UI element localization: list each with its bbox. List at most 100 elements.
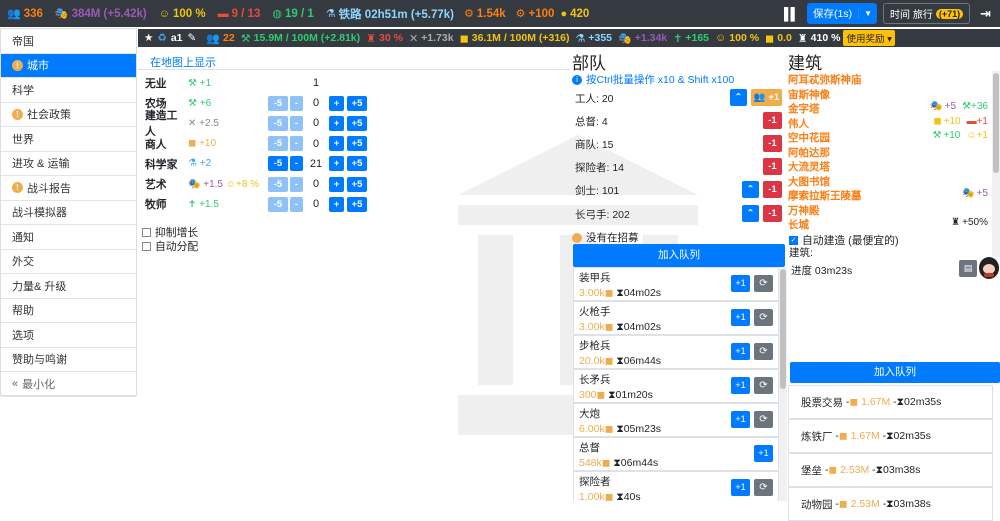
building-name[interactable]: 长城 [788,217,809,232]
plus-1-button[interactable]: +1 [731,343,750,360]
building-name[interactable]: 宙斯神像 [788,87,830,102]
refresh-icon[interactable]: ⟳ [754,377,773,394]
minus-5-button[interactable]: -5 [268,196,288,212]
plus-1-button[interactable]: +1 [731,275,750,292]
building-name[interactable]: 大图书馆 [788,174,830,189]
sidebar-item[interactable]: 帝国 [1,29,136,54]
minus-1-button[interactable]: - [290,115,303,131]
sidebar-item[interactable]: 进攻 & 运输 [1,152,136,176]
refresh-icon[interactable]: ⟳ [754,479,773,496]
minus-5-button[interactable]: -5 [268,95,288,111]
use-reward-button[interactable]: 使用奖励 ▾ [843,30,895,46]
minus-5-button[interactable]: -5 [268,115,288,131]
sidebar-item[interactable]: 力量& 升级 [1,274,136,299]
hourglass-icon: ⧗ [616,491,624,501]
plus-5-button[interactable]: +5 [347,95,367,111]
minus-5-button[interactable]: -5 [268,156,288,172]
plus-5-button[interactable]: +5 [347,176,367,192]
worker-plus-button[interactable]: 👥 +1 [751,89,782,106]
refresh-icon[interactable]: ⟳ [754,411,773,428]
plus-1-button[interactable]: +1 [731,411,750,428]
time-travel-button[interactable]: 时间 旅行 (+71) [883,3,971,24]
unit-name: 火枪手 [579,306,611,318]
building-name[interactable]: 空中花园 [788,130,830,145]
edit-icon[interactable]: ✎ [188,32,197,44]
building-queue-item[interactable]: 炼铁厂 - ◼ 1.67M - ⧗ 02m35s [788,419,993,453]
building-name[interactable]: 阿帕达那 [788,145,830,160]
checkbox-checked[interactable]: ✓ [789,235,798,245]
research-stat[interactable]: ⚗ 铁路 02h51m (+5.77k) [326,6,454,22]
building-name[interactable]: 摩索拉斯王陵墓 [788,188,862,203]
plus-5-button[interactable]: +5 [347,196,367,212]
plus-1-button[interactable]: +1 [731,479,750,496]
building-name[interactable]: 金字塔 [788,101,820,116]
minus-1-button[interactable]: - [290,176,303,192]
star-icon[interactable]: ★ [144,32,153,44]
minus-1-button[interactable]: -1 [763,112,782,129]
checkbox[interactable] [142,227,151,237]
sidebar-item[interactable]: «最小化 [1,372,136,397]
sidebar-item[interactable]: 通知 [1,225,136,250]
refresh-icon[interactable]: ⟳ [754,275,773,292]
minus-1-button[interactable]: - [290,156,303,172]
plus-1-button[interactable]: + [329,136,344,152]
army-add-queue-button[interactable]: 加入队列 [573,244,785,267]
building-queue-item[interactable]: 堡垒 - ◼ 2.53M - ⧗ 03m38s [788,453,993,487]
lightbulb-icon: ● [560,7,568,20]
sidebar-item[interactable]: 赞助与鸣谢 [1,348,136,372]
minus-1-button[interactable]: -1 [763,205,782,222]
plus-5-button[interactable]: +5 [347,156,367,172]
minus-1-button[interactable]: - [290,136,303,152]
auto-assign-checkbox[interactable]: 自动分配 [142,238,198,254]
building-queue-item[interactable]: 动物园 - ◼ 2.53M - ⧗ 03m38s [788,487,993,521]
logout-icon[interactable]: ⇥ [980,6,991,22]
minus-5-button[interactable]: -5 [268,176,288,192]
chevron-up-button[interactable]: ⌃ [742,205,759,222]
plus-1-button[interactable]: + [329,176,344,192]
plus-1-button[interactable]: +1 [731,309,750,326]
minus-1-button[interactable]: -1 [763,135,782,152]
theater-mask-icon: 🎭 [618,32,632,45]
sidebar-item[interactable]: 帮助 [1,299,136,323]
plus-1-button[interactable]: + [329,196,344,212]
chevron-down-icon[interactable]: ▼ [858,9,877,18]
minus-1-button[interactable]: - [290,95,303,111]
coins-button[interactable]: ▤ [959,260,977,277]
recruit-scrollbar[interactable] [779,267,787,501]
chevron-up-button[interactable]: ⌃ [742,181,759,198]
plus-1-button[interactable]: + [329,156,344,172]
sidebar-item[interactable]: ! 城市 [1,53,136,78]
plus-1-button[interactable]: +1 [731,377,750,394]
minus-5-button[interactable]: -5 [268,136,288,152]
plus-1-button[interactable]: + [329,95,344,111]
recycle-icon[interactable]: ♻ [157,32,166,44]
save-button[interactable]: 保存(1s) ▼ [807,3,878,24]
show-on-map-link[interactable]: 在地图上显示 [150,54,216,70]
sidebar-item[interactable]: ! 社会政策 [1,103,136,127]
plus-1-button[interactable]: +1 [754,445,773,462]
sidebar-item[interactable]: 战斗模拟器 [1,201,136,225]
sidebar-item[interactable]: 世界 [1,127,136,152]
building-queue-item[interactable]: 股票交易 - ◼ 1.67M - ⧗ 02m35s [788,385,993,419]
checkbox[interactable] [142,241,151,251]
building-name[interactable]: 大流灵塔 [788,159,830,174]
chevron-up-button[interactable]: ⌃ [730,89,747,106]
building-name[interactable]: 万神殿 [788,203,820,218]
plus-1-button[interactable]: + [329,115,344,131]
refresh-icon[interactable]: ⟳ [754,309,773,326]
sidebar-item[interactable]: ! 战斗报告 [1,176,136,201]
sidebar-item[interactable]: 外交 [1,250,136,274]
minus-1-button[interactable]: -1 [763,158,782,175]
sidebar-item[interactable]: 科学 [1,78,136,103]
building-name[interactable]: 伟人 [788,116,809,131]
minus-1-button[interactable]: -1 [763,181,782,198]
buildings-scrollbar[interactable] [992,71,1000,257]
minus-1-button[interactable]: - [290,196,303,212]
buildings-add-queue-button[interactable]: 加入队列 [790,362,1000,383]
building-name[interactable]: 阿耳忒弥斯神庙 [788,72,862,87]
sidebar-item[interactable]: 选项 [1,323,136,348]
pause-icon[interactable]: ▌▌ [784,7,799,21]
refresh-icon[interactable]: ⟳ [754,343,773,360]
plus-5-button[interactable]: +5 [347,115,367,131]
plus-5-button[interactable]: +5 [347,136,367,152]
